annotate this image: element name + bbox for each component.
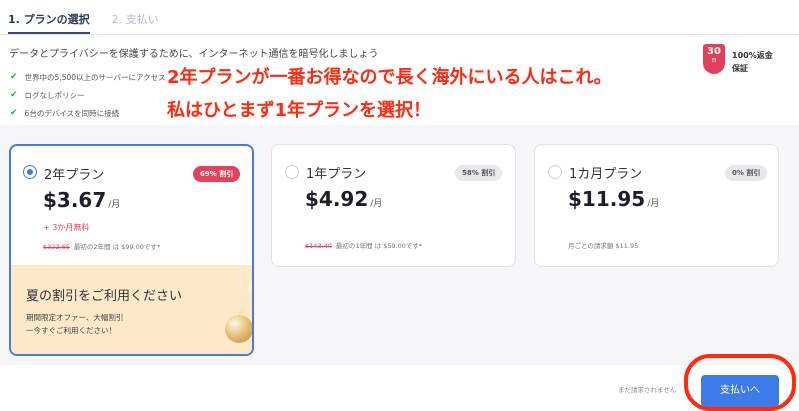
plan-name: 1年プラン <box>306 167 367 182</box>
plan-price: $4.92/月 <box>305 187 383 211</box>
annotation-text: 私はひとまず1年プランを選択！ <box>167 100 431 121</box>
price-note: $143.40 最初の1年間 は $59.00です* <box>305 242 423 250</box>
feature-list: ✔ 世界中の5,500以上のサーバーにアクセス ✔ ログなしポリシー ✔ 6台のデバイ… <box>10 68 166 122</box>
tab-plan-selection[interactable]: 1. プランの選択 <box>8 0 90 34</box>
divider <box>0 34 799 35</box>
summer-promo-banner: 夏の割引をご利用ください 期間限定オファー、大幅割引 一今すぐご利用ください！ <box>11 265 252 354</box>
headline: データとプライバシーを保護するために、インターネット通信を暗号化しましょう <box>9 49 379 60</box>
bonus-months: + 3か月無料 <box>43 223 90 232</box>
shield-icon: 30 日 <box>703 44 725 74</box>
plan-card-2year[interactable]: 2年プラン 69% 割引 $3.67/月 + 3か月無料 $322.65 最初の2… <box>9 144 254 356</box>
not-charged-text: まだ請求されません <box>618 386 677 394</box>
plan-price: $11.95/月 <box>568 187 660 211</box>
discount-badge: 58% 割引 <box>455 165 503 181</box>
check-icon: ✔ <box>10 90 18 100</box>
guarantee-text: 100%返金 保証 <box>732 51 773 73</box>
check-icon: ✔ <box>10 72 18 82</box>
discount-badge: 0% 割引 <box>725 165 768 181</box>
plan-card-1year[interactable]: 1年プラン 58% 割引 $4.92/月 $143.40 最初の1年間 は $59… <box>271 144 516 267</box>
annotation-text: 2年プランが一番お得なので長く海外にいる人はこれ。 <box>167 67 612 88</box>
discount-badge: 69% 割引 <box>193 166 241 182</box>
feature-item: ✔ 世界中の5,500以上のサーバーにアクセス <box>10 72 166 82</box>
money-back-guarantee: 30 日 100%返金 保証 <box>703 44 773 75</box>
radio-unselected-icon[interactable] <box>548 165 562 179</box>
feature-item: ✔ ログなしポリシー <box>10 90 85 100</box>
gold-ball-image <box>225 315 252 343</box>
check-icon: ✔ <box>10 108 18 118</box>
plan-name: 2年プラン <box>44 168 105 183</box>
step-tabs: 1. プランの選択 2. 支払い <box>8 0 159 34</box>
plan-price: $3.67/月 <box>43 188 121 212</box>
proceed-to-payment-button[interactable]: 支払いへ <box>701 375 779 407</box>
radio-unselected-icon[interactable] <box>285 165 299 179</box>
promo-subtitle: 期間限定オファー、大幅割引 一今すぐご利用ください！ <box>26 313 124 335</box>
footer-bar: まだ請求されません 支払いへ <box>0 365 799 411</box>
plan-name: 1カ月プラン <box>569 167 643 182</box>
feature-item: ✔ 6台のデバイスを同時に接続 <box>10 108 120 118</box>
radio-selected-icon[interactable] <box>23 165 37 179</box>
plan-card-1month[interactable]: 1カ月プラン 0% 割引 $11.95/月 月ごとの請求額 $11.95 <box>534 144 779 267</box>
promo-title: 夏の割引をご利用ください <box>26 289 183 304</box>
price-note: $322.65 最初の2年間 は $99.00です* <box>43 243 161 251</box>
price-note: 月ごとの請求額 $11.95 <box>568 242 639 250</box>
tab-payment[interactable]: 2. 支払い <box>112 0 159 34</box>
